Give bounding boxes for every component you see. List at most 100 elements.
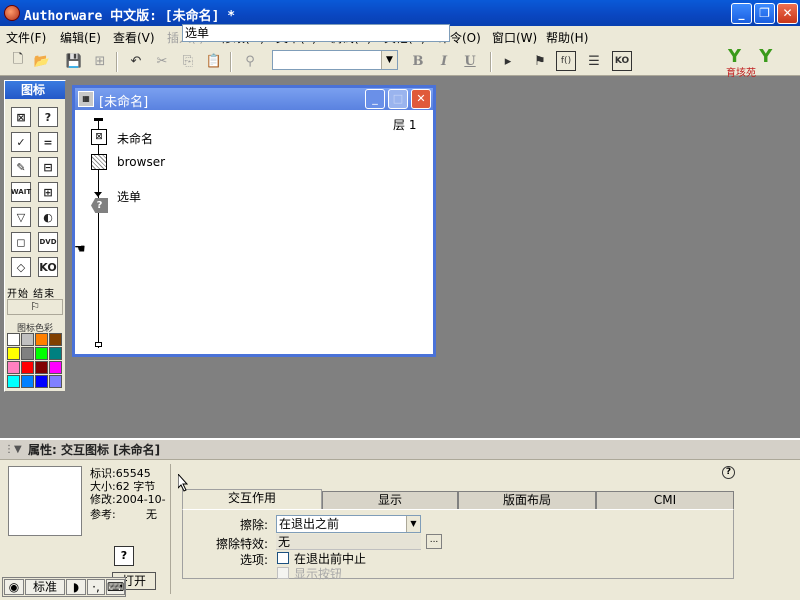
save-all-icon[interactable]: 💾	[64, 51, 84, 71]
color-swatch[interactable]	[21, 333, 34, 346]
grip-icon[interactable]: ⋮▼	[4, 444, 22, 455]
chevron-down-icon[interactable]: ▼	[406, 516, 420, 532]
flowline-close-button[interactable]: ✕	[411, 89, 431, 109]
menu-edit[interactable]: 编辑(E)	[60, 29, 101, 46]
functions-icon[interactable]: f()	[556, 51, 576, 71]
erase-label: 擦除:	[240, 518, 269, 532]
flag-icon[interactable]: ⚐	[7, 299, 63, 315]
chevron-down-icon[interactable]: ▼	[381, 51, 397, 69]
new-file-icon[interactable]: 🗋	[8, 51, 28, 71]
flowline-window-title-bar[interactable]: ▦ [未命名] _ □ ✕	[75, 88, 433, 110]
open-file-icon[interactable]: 📂	[32, 51, 52, 71]
erase-icon[interactable]: ✎	[11, 157, 31, 177]
import-icon[interactable]: ⊞	[90, 51, 110, 71]
tab-display[interactable]: 显示	[322, 491, 458, 509]
color-swatch[interactable]	[7, 361, 20, 374]
toolbar-separator	[230, 52, 232, 72]
browser-icon[interactable]	[91, 154, 107, 170]
color-swatch[interactable]	[7, 375, 20, 388]
wait-icon[interactable]: =	[38, 132, 58, 152]
ime-mode[interactable]: 标准	[25, 579, 65, 595]
flow-node-label[interactable]: 选单	[117, 188, 141, 205]
soft-keyboard-icon[interactable]: ⌨	[106, 579, 125, 595]
pause-before-exit-checkbox[interactable]	[277, 552, 289, 564]
color-swatch[interactable]	[7, 333, 20, 346]
calculation-icon[interactable]: ✓	[11, 132, 31, 152]
color-swatch[interactable]	[7, 347, 20, 360]
punctuation-icon[interactable]: ·,	[87, 579, 105, 595]
color-swatch[interactable]	[49, 375, 62, 388]
color-swatch[interactable]	[35, 333, 48, 346]
window-title-bar[interactable]: Authorware 中文版: [未命名] * _ ❐ ✕	[0, 0, 800, 26]
ime-toolbar: ◉ 标准 ◗ ·, ⌨	[2, 577, 126, 597]
restart-icon[interactable]: ⚑	[530, 51, 550, 71]
interaction-icon[interactable]: ?	[38, 107, 58, 127]
flow-node-label[interactable]: 未命名	[117, 130, 153, 147]
erase-effect-browse-button[interactable]: ...	[426, 534, 442, 549]
digital-movie-icon[interactable]: DVD	[38, 232, 58, 252]
knowledge-objects-icon[interactable]: KO	[612, 51, 632, 71]
show-button-checkbox[interactable]	[277, 567, 289, 579]
menu-view[interactable]: 查看(V)	[113, 29, 155, 46]
knowledge-object-icon[interactable]: KO	[38, 257, 58, 277]
help-icon[interactable]: ?	[722, 466, 735, 479]
color-swatch[interactable]	[35, 361, 48, 374]
color-swatch[interactable]	[49, 333, 62, 346]
color-swatch[interactable]	[21, 361, 34, 374]
icon-name-input[interactable]: 选单	[182, 24, 450, 42]
palette-title[interactable]: 图标	[5, 81, 65, 99]
cut-icon[interactable]: ✂	[152, 51, 172, 71]
paste-icon[interactable]: 📋	[204, 51, 224, 71]
color-swatch[interactable]	[35, 375, 48, 388]
italic-button[interactable]: I	[434, 51, 454, 71]
flowline-maximize-button[interactable]: □	[388, 89, 408, 109]
copy-icon[interactable]: ⎘	[178, 51, 198, 71]
toolbar-separator	[490, 52, 492, 72]
color-swatch[interactable]	[49, 347, 62, 360]
menu-help[interactable]: 帮助(H)	[546, 29, 588, 46]
close-button[interactable]: ✕	[777, 3, 798, 24]
tab-cmi[interactable]: CMI	[596, 491, 734, 509]
font-combo[interactable]: ▼	[272, 50, 398, 70]
motion-icon[interactable]: ▽	[11, 207, 31, 227]
display-icon[interactable]: ⊠	[11, 107, 31, 127]
menu-file[interactable]: 文件(F)	[6, 29, 46, 46]
properties-title[interactable]: 属性: 交互图标 [未命名]	[0, 440, 800, 460]
options-label: 选项:	[240, 553, 269, 567]
run-icon[interactable]: ▸	[498, 51, 518, 71]
navigate-icon[interactable]: ⊟	[38, 157, 58, 177]
variables-icon[interactable]: ☰	[584, 51, 604, 71]
sound-icon[interactable]: ◐	[38, 207, 58, 227]
flowline-window-icon: ▦	[78, 91, 94, 107]
tab-layout[interactable]: 版面布局	[458, 491, 596, 509]
interaction-icon[interactable]: ?	[91, 198, 108, 213]
color-swatch[interactable]	[21, 375, 34, 388]
find-icon[interactable]: ⚲	[240, 51, 260, 71]
display-icon[interactable]: ⊠	[91, 129, 107, 145]
flow-arrow-icon	[94, 192, 102, 198]
decision-icon[interactable]: ⊞	[38, 182, 58, 202]
erase-effect-field[interactable]: 无	[276, 534, 421, 550]
half-width-icon[interactable]: ◗	[66, 579, 86, 595]
undo-icon[interactable]: ↶	[126, 51, 146, 71]
video-icon[interactable]: ◻	[11, 232, 31, 252]
flow-node-label[interactable]: browser	[117, 155, 165, 169]
app-icon[interactable]	[4, 5, 20, 21]
restore-button[interactable]: ❐	[754, 3, 775, 24]
ime-logo-icon[interactable]: ◉	[4, 579, 24, 595]
underline-button[interactable]: U	[460, 51, 480, 71]
tab-interaction[interactable]: 交互作用	[182, 489, 322, 509]
color-swatch[interactable]	[49, 361, 62, 374]
erase-select[interactable]: 在退出之前 ▼	[276, 515, 421, 533]
minimize-button[interactable]: _	[731, 3, 752, 24]
window-title: Authorware 中文版: [未命名] *	[24, 9, 236, 24]
layer-indicator: 层 1	[393, 118, 417, 132]
menu-window[interactable]: 窗口(W)	[492, 29, 537, 46]
map-icon[interactable]: ◇	[11, 257, 31, 277]
bold-button[interactable]: B	[408, 51, 428, 71]
flowline-minimize-button[interactable]: _	[365, 89, 385, 109]
paste-hand-icon[interactable]: ☚	[74, 242, 86, 257]
frame-icon[interactable]: WAIT	[11, 182, 31, 202]
color-swatch[interactable]	[21, 347, 34, 360]
color-swatch[interactable]	[35, 347, 48, 360]
